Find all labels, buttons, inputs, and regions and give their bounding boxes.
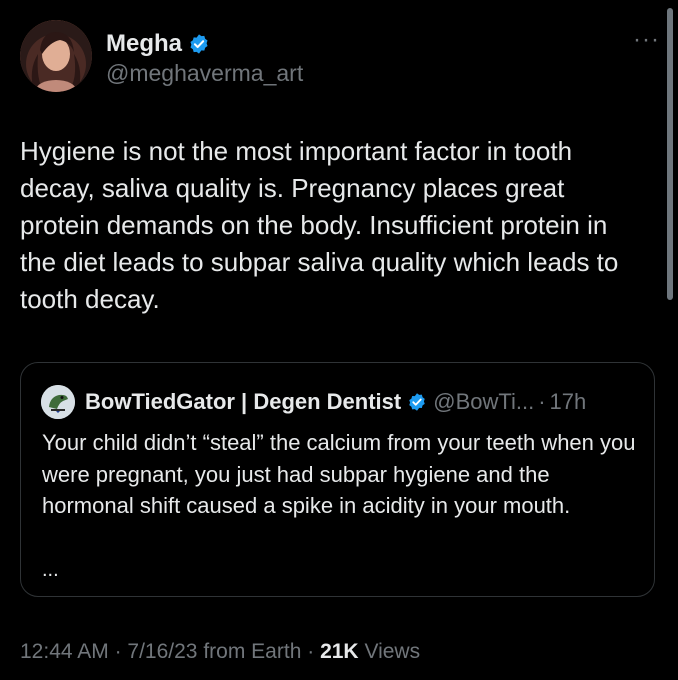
views-label[interactable]: Views [364,640,420,663]
avatar[interactable] [20,20,92,92]
tweet-meta: 12:44 AM · 7/16/23 from Earth · 21K View… [20,640,420,664]
quoted-verified-badge-icon [407,392,427,412]
more-options-button[interactable]: ··· [633,26,660,54]
quoted-separator: · [538,389,546,414]
scrollbar[interactable] [667,8,673,300]
verified-badge-icon [188,33,210,55]
quoted-author-handle[interactable]: @BowTi... [433,389,534,415]
tweet-source: from Earth [203,640,302,663]
tweet-detail-page: Megha @meghaverma_art ··· Hygiene is not… [0,0,678,680]
author-name-row[interactable]: Megha [106,30,210,58]
author-handle[interactable]: @meghaverma_art [106,60,303,87]
quoted-tweet-card[interactable]: BowTiedGator | Degen Dentist @BowTi... ·… [20,362,655,597]
tweet-date[interactable]: 7/16/23 [127,640,197,663]
avatar-image [20,20,92,92]
gator-avatar-icon [41,385,75,419]
author-name[interactable]: Megha [106,30,182,58]
tweet-text: Hygiene is not the most important factor… [20,136,619,314]
meta-separator: · [114,640,122,663]
quoted-tweet-text: Your child didn’t “steal” the calcium fr… [42,430,636,518]
views-count[interactable]: 21K [320,640,359,663]
meta-separator-2: · [307,640,315,663]
quoted-timestamp[interactable]: 17h [550,389,587,415]
tweet-header: Megha @meghaverma_art ··· [20,20,660,96]
tweet-time[interactable]: 12:44 AM [20,640,109,663]
quoted-author-name[interactable]: BowTiedGator | Degen Dentist [85,389,401,415]
quoted-avatar [41,385,75,419]
quoted-ellipsis: ... [42,559,59,581]
quoted-tweet-header: BowTiedGator | Degen Dentist @BowTi... ·… [41,385,638,419]
